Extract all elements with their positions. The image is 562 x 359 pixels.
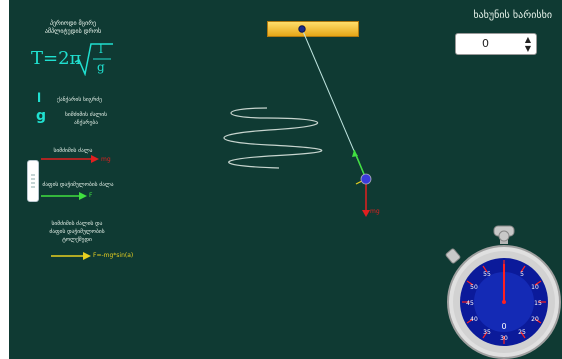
stopwatch[interactable]: 55 50 45 40 35 30 25 20 15 10 5 0 bbox=[434, 224, 562, 359]
tick-label: 10 bbox=[531, 284, 539, 291]
pivot bbox=[298, 25, 306, 33]
pendulum-bob bbox=[360, 173, 372, 185]
friction-value: 0 bbox=[482, 37, 489, 50]
tick-label: 30 bbox=[500, 335, 508, 342]
simulation-stage: პერიოდი მცირე ამპლიტუდის დროს T=2π l g l… bbox=[9, 0, 562, 359]
friction-title: ხახუნის ხარისხი bbox=[473, 10, 552, 21]
spinner-down-button[interactable]: ▼ bbox=[522, 44, 534, 53]
spinner-up-button[interactable]: ▲ bbox=[522, 35, 534, 44]
stopwatch-readout: 0 bbox=[501, 322, 506, 331]
tick-label: 40 bbox=[470, 316, 478, 323]
tick-label: 35 bbox=[483, 329, 491, 336]
motion-trace bbox=[223, 107, 323, 169]
tick-label: 25 bbox=[518, 329, 526, 336]
tick-label: 5 bbox=[520, 271, 524, 278]
friction-spinner[interactable]: 0 ▲ ▼ bbox=[455, 33, 537, 55]
tick-label: 20 bbox=[531, 316, 539, 323]
tick-label: 15 bbox=[534, 300, 542, 307]
tick-label: 50 bbox=[470, 284, 478, 291]
tick-label: 45 bbox=[466, 300, 474, 307]
tick-label: 55 bbox=[483, 271, 491, 278]
bob-gravity-text: mg bbox=[370, 208, 380, 215]
